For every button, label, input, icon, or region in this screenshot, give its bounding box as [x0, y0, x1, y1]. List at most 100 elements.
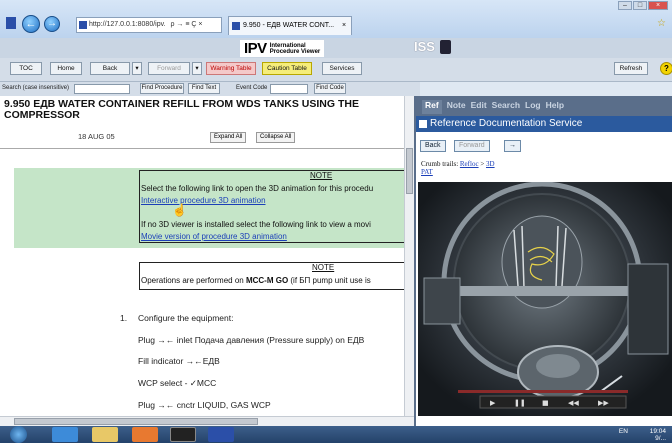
step-title: Configure the equipment: [138, 313, 234, 323]
forward-dropdown-icon[interactable]: ▾ [192, 62, 202, 75]
browser-tab[interactable]: 9.950 - ЕДВ WATER CONT... × [228, 16, 352, 35]
crumb-3d-link[interactable]: 3D [486, 160, 495, 168]
find-text-button[interactable]: Find Text [188, 83, 220, 94]
tab-title: 9.950 - ЕДВ WATER CONT... [243, 22, 335, 29]
address-text: http://127.0.0.1:8080/ipv. [89, 21, 166, 28]
3d-scene: ▶ ❚❚ ■ ◀◀ ▶▶ [418, 182, 672, 416]
reference-title-bar: Reference Documentation Service [416, 116, 672, 132]
services-button[interactable]: Services [322, 62, 362, 75]
note1-text: Select the following link to open the 3D… [141, 184, 374, 193]
tab-search[interactable]: Search [492, 100, 520, 114]
find-code-button[interactable]: Find Code [314, 83, 346, 94]
tab-favicon-icon [232, 22, 240, 30]
browser-forward-button[interactable]: → [44, 16, 60, 32]
tab-help[interactable]: Help [546, 100, 564, 114]
reference-pane: Ref Note Edit Search Log Help Reference … [414, 96, 672, 426]
close-window-button[interactable]: × [648, 1, 668, 10]
reference-title: Reference Documentation Service [430, 118, 583, 129]
tab-log[interactable]: Log [525, 100, 541, 114]
ipv-logo-text: IPV [244, 40, 267, 57]
crumb-refloc-link[interactable]: Refloc [460, 160, 479, 168]
back-button[interactable]: Back [90, 62, 130, 75]
search-input[interactable] [74, 84, 130, 94]
taskbar: EN 19:04 9/... [0, 426, 672, 443]
play-icon: ▶ [490, 399, 496, 407]
page-favicon-icon [79, 21, 87, 29]
crumb-label: Crumb trails: [421, 160, 460, 168]
step-number: 1. [120, 313, 128, 323]
reference-body: Back Forward → Crumb trails: Refloc > 3D… [416, 132, 672, 426]
crumb-separator: > [478, 160, 487, 168]
ref-back-button[interactable]: Back [420, 140, 446, 152]
note2-text-a: Operations are performed on [141, 276, 246, 285]
refresh-button[interactable]: Refresh [614, 62, 648, 75]
crumb-pat-link[interactable]: PAT [421, 168, 433, 176]
step-line: Plug →← inlet Подача давления (Pressure … [138, 335, 365, 345]
caution-table-button[interactable]: Caution Table [262, 62, 312, 75]
back-arrow-icon: ← [25, 18, 37, 30]
ie-taskbar-icon[interactable] [52, 427, 78, 442]
forward-arrow-icon: → [47, 18, 57, 29]
clock-date: 9/... [655, 435, 666, 442]
minimize-button[interactable]: – [618, 1, 632, 10]
collapse-all-button[interactable]: Collapse All [256, 132, 296, 143]
event-code-input[interactable] [270, 84, 308, 94]
scroll-thumb[interactable] [14, 418, 258, 425]
address-bar[interactable]: http://127.0.0.1:8080/ipv. ρ → ≡ Ç × [76, 17, 222, 33]
3d-animation-viewer[interactable]: ▶ ❚❚ ■ ◀◀ ▶▶ [418, 182, 672, 416]
procedure-pane: 9.950 ЕДВ WATER CONTAINER REFILL FROM WD… [0, 96, 410, 416]
step-line: WCP select - ✓MCC [138, 378, 217, 388]
app-favicon-icon [6, 17, 16, 29]
tab-edit[interactable]: Edit [471, 100, 487, 114]
tab-note[interactable]: Note [447, 100, 466, 114]
note2-text: Operations are performed on MCC-M GO (if… [141, 276, 371, 285]
scroll-thumb[interactable] [406, 148, 413, 194]
favorites-star-icon[interactable]: ☆ [657, 18, 666, 29]
note2-text-c: (if БП pump unit use is [288, 276, 371, 285]
step-line: Fill indicator →←ЕДВ [138, 356, 220, 366]
hand-cursor-icon: ☝ [172, 203, 187, 217]
find-procedure-button[interactable]: Find Procedure [140, 83, 184, 94]
movie-animation-link[interactable]: Movie version of procedure 3D animation [141, 232, 287, 241]
back-dropdown-icon[interactable]: ▾ [132, 62, 142, 75]
media-player-taskbar-icon[interactable] [132, 427, 158, 442]
procedure-horizontal-scrollbar[interactable] [0, 416, 414, 426]
note1-title: NOTE [310, 171, 333, 180]
ipv-taskbar-icon[interactable] [208, 427, 234, 442]
toc-button[interactable]: TOC [10, 62, 42, 75]
system-tray: EN 19:04 9/... [619, 428, 666, 442]
browser-back-button[interactable]: ← [22, 15, 40, 33]
language-indicator[interactable]: EN [619, 428, 628, 435]
interactive-animation-link[interactable]: Interactive procedure 3D animation [141, 196, 266, 205]
note2-text-b: MCC-M GO [245, 276, 289, 285]
help-icon[interactable]: ? [660, 62, 672, 75]
warning-table-button[interactable]: Warning Table [206, 62, 256, 75]
home-button[interactable]: Home [50, 62, 82, 75]
ref-go-button[interactable]: → [504, 140, 521, 152]
window-controls: – □ × [618, 1, 668, 10]
ipv-logo-sub2: Procedure Viewer [269, 48, 321, 55]
tab-ref[interactable]: Ref [422, 100, 442, 114]
start-button-icon[interactable] [10, 426, 27, 443]
iss-logo: ISS [414, 39, 435, 54]
procedure-title: 9.950 ЕДВ WATER CONTAINER REFILL FROM WD… [4, 98, 359, 121]
event-code-label: Event Code [236, 85, 268, 91]
console-taskbar-icon[interactable] [170, 427, 196, 442]
ipv-header [0, 38, 672, 58]
search-label: Search (case insensitive) [2, 85, 70, 91]
iss-emblem-icon [440, 40, 451, 54]
reference-tabs: Ref Note Edit Search Log Help [414, 100, 672, 114]
divider [0, 148, 410, 149]
stop-icon: ■ [542, 399, 549, 407]
forward-button[interactable]: Forward [148, 62, 190, 75]
rewind-icon: ◀◀ [568, 399, 579, 407]
maximize-button[interactable]: □ [633, 1, 647, 10]
procedure-date: 18 AUG 05 [78, 132, 115, 141]
procedure-vertical-scrollbar[interactable] [404, 96, 414, 416]
expand-all-button[interactable]: Expand All [210, 132, 247, 143]
tab-close-icon[interactable]: × [342, 22, 346, 29]
explorer-taskbar-icon[interactable] [92, 427, 118, 442]
pause-icon: ❚❚ [514, 399, 526, 407]
ref-forward-button[interactable]: Forward [454, 140, 490, 152]
fast-forward-icon: ▶▶ [598, 399, 609, 407]
